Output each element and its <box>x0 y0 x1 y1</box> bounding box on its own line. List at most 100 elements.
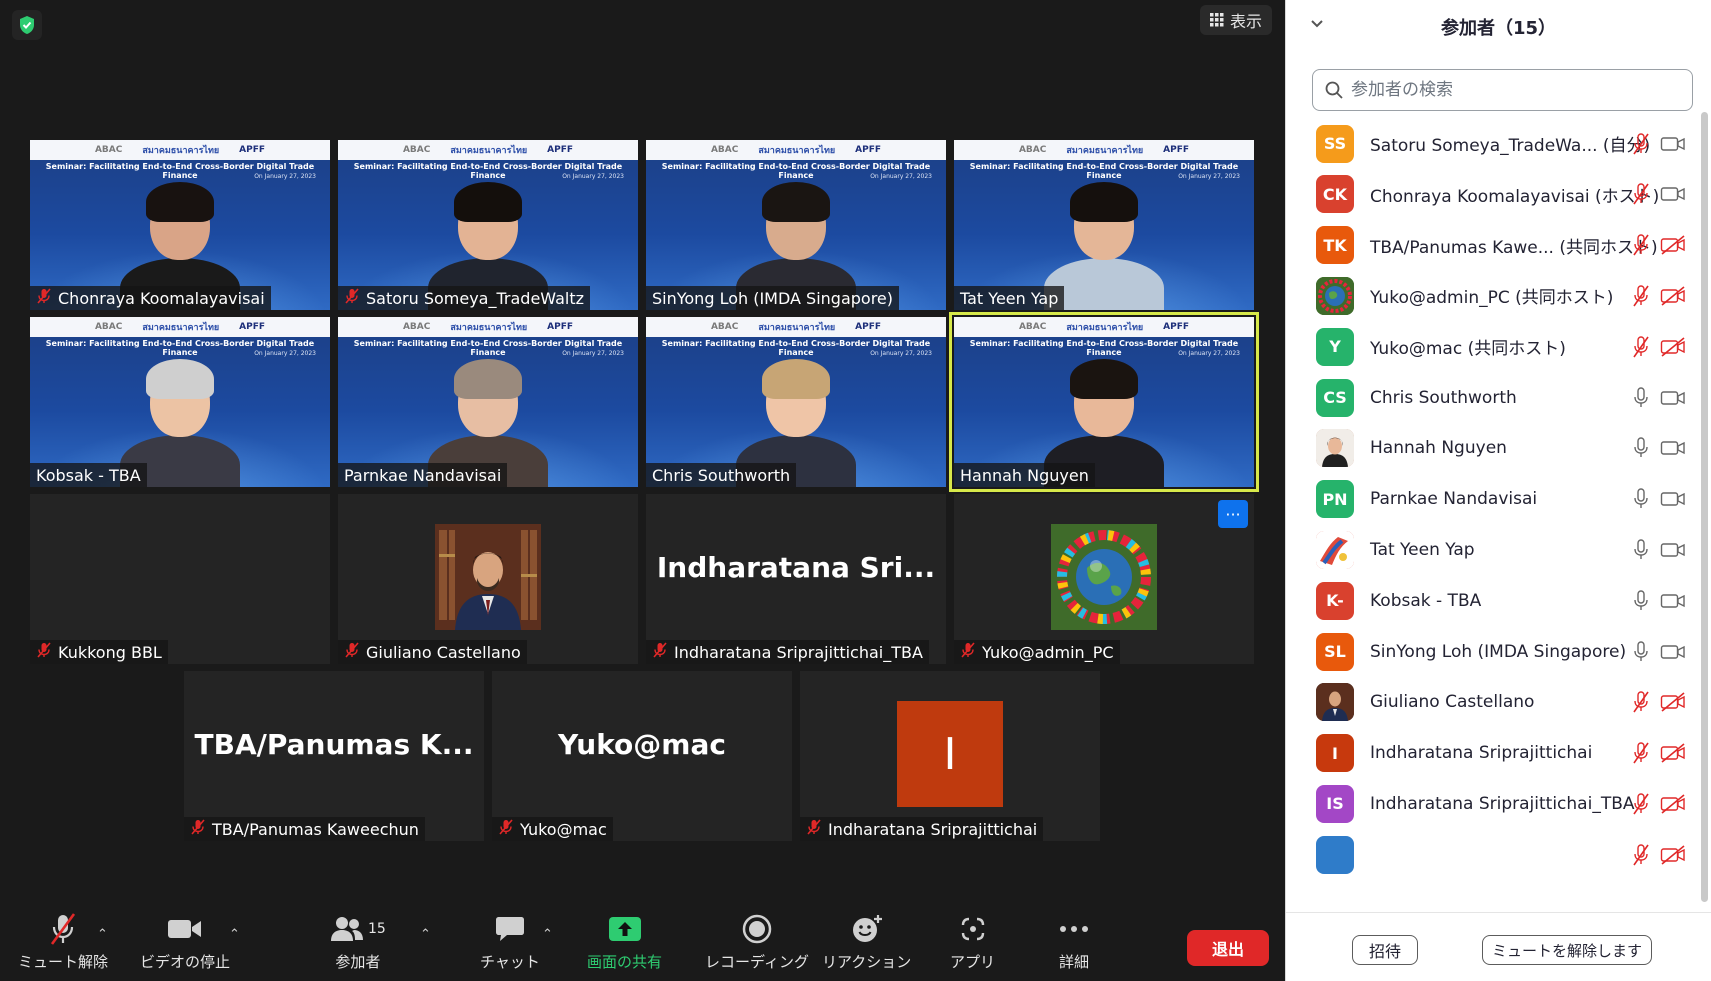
camera-icon <box>1660 488 1686 510</box>
participant-avatar-photo <box>1316 530 1354 569</box>
thai-bankers-logo: สมาคมธนาคารไทย <box>758 146 836 156</box>
mic-muted-icon <box>1631 183 1651 205</box>
video-tile[interactable]: TBA/Panumas K... TBA/Panumas Kaweechun <box>184 671 484 841</box>
unmute-button[interactable]: ミュート解除 <box>18 911 108 972</box>
participants-options-caret-icon[interactable]: ⌃ <box>420 927 431 942</box>
video-tile[interactable]: Giuliano Castellano <box>338 494 638 664</box>
stop-video-button[interactable]: ビデオの停止 <box>140 911 230 972</box>
participant-name-tag: Parnkae Nandavisai <box>338 463 508 487</box>
thai-bankers-logo: สมาคมธนาคารไทย <box>450 323 528 333</box>
unmute-me-button[interactable]: ミュートを解除します <box>1482 935 1652 965</box>
participant-row[interactable]: Giuliano Castellano <box>1286 675 1696 730</box>
participant-name-tag: Giuliano Castellano <box>338 640 527 664</box>
participant-row[interactable]: SL SinYong Loh (IMDA Singapore) <box>1286 624 1696 679</box>
participant-list-name: SinYong Loh (IMDA Singapore) <box>1370 641 1627 662</box>
participant-name-tag: Yuko@mac <box>492 817 613 841</box>
video-tile[interactable]: ABAC สมาคมธนาคารไทย APFF Seminar: Facilitat… <box>954 140 1254 310</box>
security-shield-icon[interactable] <box>12 10 42 40</box>
video-tile[interactable]: ··· Yuko@admin_PC <box>954 494 1254 664</box>
video-tile[interactable]: ABAC สมาคมธนาคารไทย APFF Seminar: Facilitat… <box>338 140 638 310</box>
participant-display-name: TBA/Panumas K... <box>194 727 474 761</box>
chat-options-caret-icon[interactable]: ⌃ <box>542 927 553 942</box>
participant-row[interactable]: Hannah Nguyen <box>1286 421 1696 476</box>
participant-name-tag: Kukkong BBL <box>30 640 168 664</box>
muted-mic-icon <box>498 819 514 839</box>
participant-row[interactable]: PN Parnkae Nandavisai <box>1286 472 1696 527</box>
participant-avatar: TK <box>1316 226 1354 265</box>
mic-muted-icon <box>1631 843 1651 866</box>
participant-name: Satoru Someya_TradeWaltz <box>366 288 584 308</box>
camera-off-icon <box>1660 793 1686 815</box>
search-input[interactable] <box>1351 80 1671 100</box>
participant-name: Giuliano Castellano <box>366 642 521 662</box>
thai-bankers-logo: สมาคมธนาคารไทย <box>758 323 836 333</box>
thai-bankers-logo: สมาคมธนาคารไทย <box>1066 146 1144 156</box>
thai-bankers-logo: สมาคมธนาคารไทย <box>1066 323 1144 333</box>
camera-icon <box>1660 133 1686 155</box>
muted-mic-icon <box>652 642 668 662</box>
participant-row[interactable] <box>1286 827 1696 882</box>
abac-logo: ABAC <box>1018 145 1047 155</box>
participant-name: TBA/Panumas Kaweechun <box>212 819 419 839</box>
invite-button[interactable]: 招待 <box>1352 935 1418 965</box>
participant-list-scrollbar[interactable] <box>1701 112 1708 902</box>
share-screen-button[interactable]: 画面の共有 <box>587 911 662 972</box>
apff-logo: APFF <box>855 145 882 155</box>
participant-row[interactable]: K- Kobsak - TBA <box>1286 573 1696 628</box>
view-button[interactable]: 表示 <box>1200 5 1273 35</box>
apff-logo: APFF <box>547 145 574 155</box>
participant-row[interactable]: SS Satoru Someya_TradeWa... (自分) <box>1286 116 1696 171</box>
video-tile[interactable]: Kukkong BBL <box>30 494 330 664</box>
participant-row[interactable]: CS Chris Southworth <box>1286 370 1696 425</box>
video-tile[interactable]: ABAC สมาคมธนาคารไทย APFF Seminar: Facilitat… <box>646 317 946 487</box>
seminar-date: On January 27, 2023 <box>1178 173 1240 180</box>
participant-avatar: Y <box>1316 327 1354 366</box>
mic-icon <box>1631 386 1651 409</box>
participants-button[interactable]: 15 参加者 <box>330 911 386 972</box>
video-tile[interactable]: ABAC สมาคมธนาคารไทย APFF Seminar: Facilitat… <box>30 317 330 487</box>
participant-row[interactable]: I Indharatana Sriprajittichai <box>1286 726 1696 781</box>
apps-button[interactable]: アプリ <box>950 911 995 972</box>
muted-mic-icon <box>50 913 76 945</box>
mic-muted-icon <box>1631 285 1651 307</box>
reactions-button[interactable]: リアクション <box>822 911 911 972</box>
participant-list-name: Chonraya Koomalayavisai (ホスト) <box>1370 186 1660 207</box>
participant-row[interactable]: TK TBA/Panumas Kawe... (共同ホスト) <box>1286 218 1696 273</box>
video-tile[interactable]: ABAC สมาคมธนาคารไทย APFF Seminar: Facilitat… <box>338 317 638 487</box>
participant-row[interactable]: CK Chonraya Koomalayavisai (ホスト) <box>1286 167 1696 222</box>
record-button[interactable]: レコーディング <box>705 911 809 972</box>
participant-name-tag: Chris Southworth <box>646 463 797 487</box>
seminar-banner: ABAC สมาคมธนาคารไทย APFF <box>954 140 1254 160</box>
video-tile[interactable]: Indharatana Sri... Indharatana Sriprajitt… <box>646 494 946 664</box>
leave-button[interactable]: 退出 <box>1187 930 1269 966</box>
video-tile[interactable]: ABAC สมาคมธนาคารไทย APFF Seminar: Facilitat… <box>646 140 946 310</box>
scrollbar-thumb[interactable] <box>1701 112 1708 902</box>
video-tile[interactable]: ABAC สมาคมธนาคารไทย APFF Seminar: Facilitat… <box>30 140 330 310</box>
participant-row[interactable]: Y Yuko@mac (共同ホスト) <box>1286 319 1696 374</box>
participant-row[interactable]: IS Indharatana Sriprajittichai_TBA <box>1286 776 1696 831</box>
participant-display-name: Indharatana Sri... <box>656 550 936 584</box>
participant-name-tag: SinYong Loh (IMDA Singapore) <box>646 286 900 310</box>
more-button[interactable]: 詳細 <box>1059 911 1089 972</box>
video-camera-icon <box>168 920 201 938</box>
participant-name-tag: Satoru Someya_TradeWaltz <box>338 286 590 310</box>
participant-avatar: CK <box>1316 175 1354 214</box>
video-tile[interactable]: Yuko@mac Yuko@mac <box>492 671 792 841</box>
apff-logo: APFF <box>855 322 882 332</box>
audio-options-caret-icon[interactable]: ⌃ <box>97 927 108 942</box>
participant-list-name: Parnkae Nandavisai <box>1370 489 1538 510</box>
participant-avatar <box>1316 835 1354 874</box>
video-options-caret-icon[interactable]: ⌃ <box>229 927 240 942</box>
reaction-smiley-icon <box>852 915 882 942</box>
chat-button[interactable]: チャット <box>480 911 540 972</box>
participant-avatar-photo <box>1316 429 1354 468</box>
video-tile[interactable]: ABAC สมาคมธนาคารไทย APFF Seminar: Facilitat… <box>949 312 1259 492</box>
participant-row[interactable]: Yuko@admin_PC (共同ホスト) <box>1286 268 1696 323</box>
participant-search[interactable] <box>1312 69 1693 111</box>
participant-name: Chonraya Koomalayavisai <box>58 288 265 308</box>
video-tile[interactable]: I Indharatana Sriprajittichai <box>800 671 1100 841</box>
abac-logo: ABAC <box>710 322 739 332</box>
tile-more-options-button[interactable]: ··· <box>1218 500 1248 528</box>
participant-row[interactable]: Tat Yeen Yap <box>1286 522 1696 577</box>
seminar-date: On January 27, 2023 <box>254 350 316 357</box>
